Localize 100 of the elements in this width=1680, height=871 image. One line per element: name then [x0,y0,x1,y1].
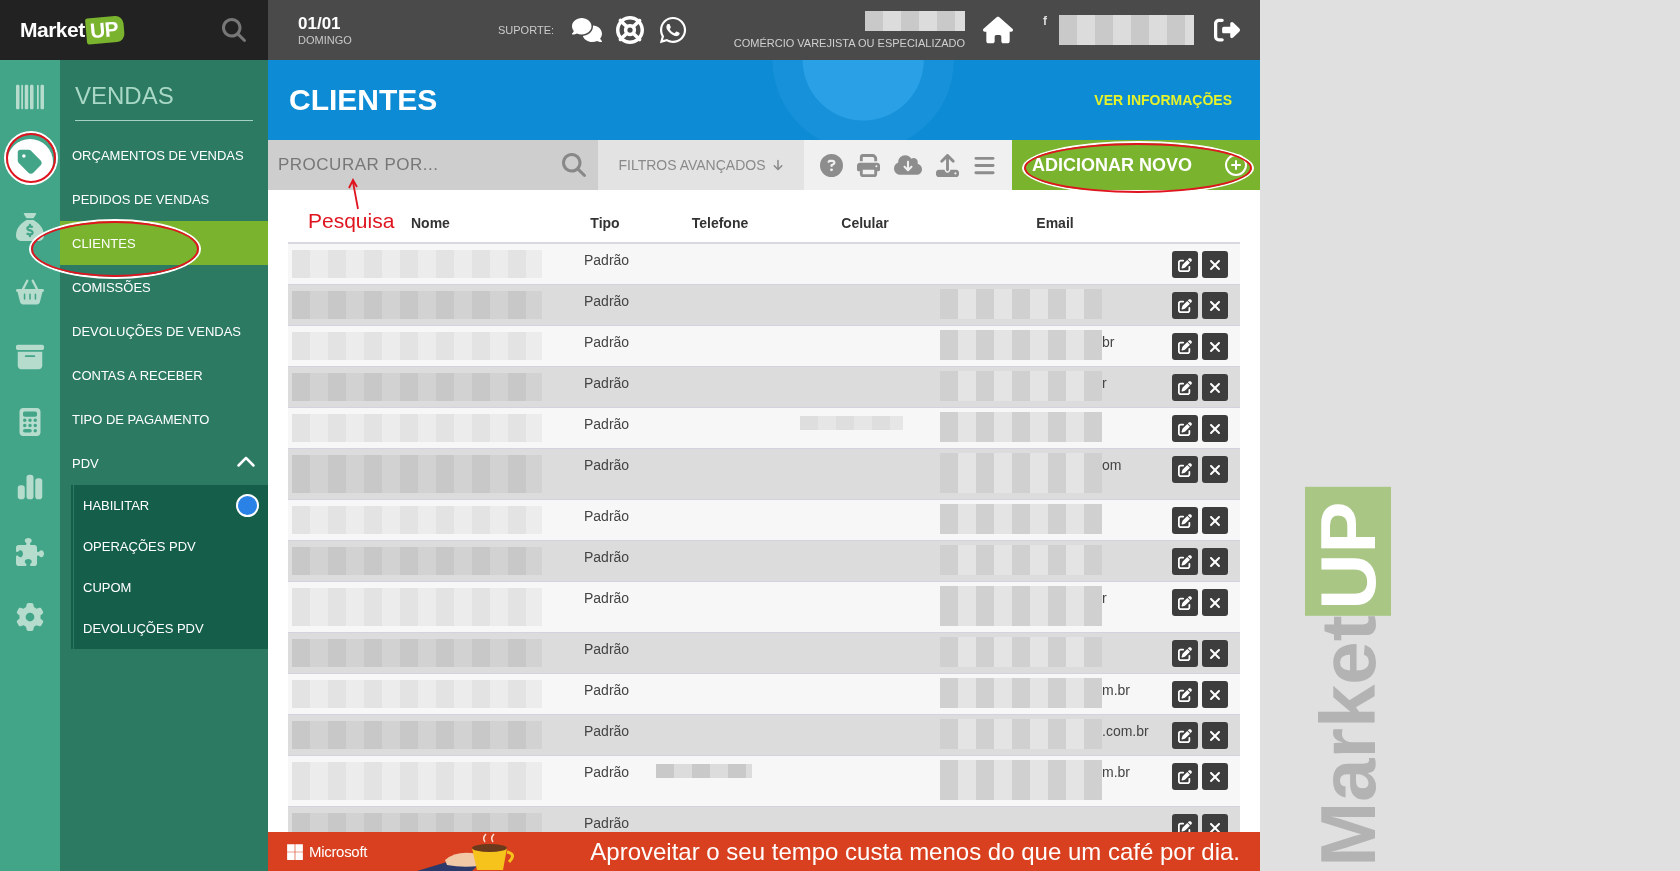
table-row[interactable]: Padrão [288,541,1240,582]
upload-icon[interactable] [936,153,959,177]
menu-item[interactable]: DEVOLUÇÕES DE VENDAS [60,309,268,353]
submenu-item[interactable]: OPERAÇÕES PDV [74,526,268,567]
edit-icon [1178,595,1192,610]
table-row[interactable]: Padrão br [288,326,1240,367]
home-icon[interactable] [983,15,1013,45]
menu-item[interactable]: PDV [60,441,268,485]
edit-icon [1178,646,1192,661]
table-row[interactable]: Padrão m.br [288,756,1240,807]
table-row[interactable]: Padrão [288,633,1240,674]
logo[interactable]: Market UP [20,17,124,43]
submenu-item[interactable]: CUPOM [74,567,268,608]
table-cell: Padrão [584,641,630,657]
table-cell: Padrão [584,293,630,309]
menu-item[interactable]: CONTAS A RECEBER [60,353,268,397]
annotation-circle [6,133,56,183]
column-header[interactable]: Telefone [691,215,749,231]
delete-button[interactable] [1202,374,1228,401]
edit-button[interactable] [1172,681,1198,708]
edit-button[interactable] [1172,640,1198,667]
edit-button[interactable] [1172,763,1198,790]
table-cell: Padrão [584,590,630,606]
edit-button[interactable] [1172,456,1198,483]
windows-logo-icon [286,842,304,861]
facebook-link[interactable]: f [1043,14,1047,28]
print-icon[interactable] [857,153,880,177]
column-header[interactable]: Nome [411,215,450,231]
table-cell: Padrão [584,549,630,565]
column-header[interactable]: Email [1036,215,1074,231]
arrow-down-icon [771,159,784,171]
table-row[interactable]: Padrão [288,408,1240,449]
edit-icon [1178,513,1192,528]
delete-button[interactable] [1202,251,1228,278]
basket-icon [16,278,44,306]
edit-button[interactable] [1172,548,1198,575]
table-cell: Padrão [584,375,630,391]
table-row[interactable]: Padrão r [288,582,1240,633]
edit-button[interactable] [1172,415,1198,442]
chat-icon[interactable] [572,15,603,45]
edit-button[interactable] [1172,507,1198,534]
table-row[interactable]: Padrão om [288,449,1240,500]
menu-item[interactable]: ORÇAMENTOS DE VENDAS [60,133,268,177]
submenu-item[interactable]: DEVOLUÇÕES PDV [74,608,268,649]
logout-icon[interactable] [1214,17,1240,43]
ad-banner[interactable]: Microsoft Aproveitar o seu tempo custa menos do que um café por dia. [268,832,1260,871]
table-row[interactable]: Padrão [288,285,1240,326]
table-cell-text: om [1102,456,1122,475]
delete-button[interactable] [1202,763,1228,790]
table-row[interactable]: Padrão r [288,367,1240,408]
delete-button[interactable] [1202,507,1228,534]
edit-button[interactable] [1172,333,1198,360]
page-title: CLIENTES [289,83,438,117]
weekday: DOMINGO [298,33,353,47]
settings-icon [16,603,44,631]
edit-button[interactable] [1172,374,1198,401]
menu-item[interactable]: TIPO DE PAGAMENTO [60,397,268,441]
delete-button[interactable] [1202,415,1228,442]
column-header[interactable]: Tipo [590,215,620,231]
plus-circle-icon [1224,153,1248,177]
puzzle-icon [16,538,44,566]
table-row[interactable]: Padrão m.br [288,674,1240,715]
edit-button[interactable] [1172,722,1198,749]
money-bag-icon [16,213,44,241]
column-header[interactable]: Celular [841,215,889,231]
menu-item[interactable]: COMISSÕES [60,265,268,309]
edit-button[interactable] [1172,251,1198,278]
edit-icon [1178,687,1192,702]
edit-button[interactable] [1172,292,1198,319]
edit-button[interactable] [1172,589,1198,616]
delete-button[interactable] [1202,589,1228,616]
delete-button[interactable] [1202,333,1228,360]
table-row[interactable]: Padrão [288,807,1240,832]
edit-icon [1178,554,1192,569]
table-cell: Padrão [584,508,630,524]
table-row[interactable]: Padrão [288,500,1240,541]
whatsapp-icon[interactable] [658,15,689,45]
archive-box-icon [16,343,44,371]
table-cell: Padrão [584,416,630,432]
delete-button[interactable] [1202,681,1228,708]
support-label: SUPORTE: [498,24,555,36]
submenu-item[interactable]: HABILITAR [74,485,268,526]
table-row[interactable]: Padrão [288,244,1240,285]
ad-text: Aproveitar o seu tempo custa menos do que um café por dia. [590,837,1240,866]
lifebuoy-icon[interactable] [616,16,645,44]
table-cell: Padrão [584,815,630,831]
delete-button[interactable] [1202,456,1228,483]
toggle[interactable] [236,494,259,517]
menu-title: VENDAS [75,82,253,121]
table-row[interactable]: Padrão .com.br [288,715,1240,756]
delete-button[interactable] [1202,640,1228,667]
help-icon[interactable] [820,153,843,177]
bar-chart-icon [16,473,44,501]
delete-button[interactable] [1202,548,1228,575]
table-cell: Padrão [584,457,630,473]
menu-item[interactable]: PEDIDOS DE VENDAS [60,177,268,221]
search-field[interactable]: PROCURAR POR... [268,140,598,190]
delete-button[interactable] [1202,292,1228,319]
delete-button[interactable] [1202,722,1228,749]
search-icon[interactable] [222,18,246,42]
